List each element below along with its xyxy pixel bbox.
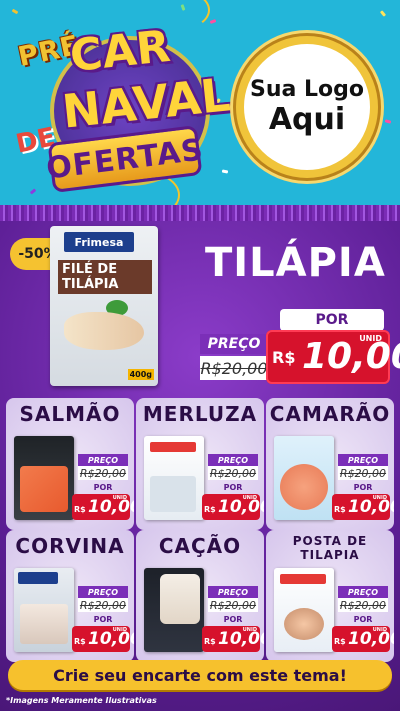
product-card-title: SALMÃO bbox=[19, 402, 121, 426]
confetti bbox=[221, 169, 229, 174]
old-price: R$20,00 bbox=[78, 598, 128, 612]
price-value: 10,00 bbox=[218, 497, 264, 517]
preco-label: PREÇO bbox=[338, 454, 388, 466]
hero-old-price: R$20,00 bbox=[200, 356, 268, 380]
product-card-cacao[interactable]: CAÇÃO PREÇO R$20,00 POR UNID R$ 10,00 bbox=[136, 530, 264, 662]
header-banner: PRÉ CAR NAVAL DE OFERTAS Sua Logo Aqui bbox=[0, 0, 400, 205]
product-image bbox=[14, 568, 74, 652]
fish-fillet bbox=[64, 312, 144, 350]
product-card-title: MERLUZA bbox=[142, 402, 258, 426]
product-image bbox=[14, 436, 74, 520]
price-currency: R$ bbox=[204, 637, 216, 646]
product-card-title: POSTA DE TILAPIA bbox=[292, 534, 368, 562]
product-card-title: CAMARÃO bbox=[269, 402, 391, 426]
create-flyer-button[interactable]: Crie seu encarte com este tema! bbox=[8, 660, 392, 690]
hero-preco-label: PREÇO bbox=[200, 334, 268, 354]
price-tag: UNID R$ 10,00 bbox=[202, 494, 264, 520]
campaign-ofertas: OFERTAS bbox=[44, 131, 206, 187]
price-currency: R$ bbox=[204, 505, 216, 514]
old-price: R$20,00 bbox=[338, 598, 388, 612]
hero-product-image: Frimesa FILÉ DE TILÁPIA 400g bbox=[50, 226, 158, 386]
logo-placeholder-line2: Aqui bbox=[268, 102, 346, 137]
hero-product-title: TILÁPIA bbox=[205, 240, 386, 286]
disclaimer-text: *Imagens Meramente Ilustrativas bbox=[6, 696, 157, 705]
old-price: R$20,00 bbox=[208, 466, 258, 480]
hero-price-tag: UNID R$ 10,00 bbox=[266, 330, 400, 384]
product-card-posta-tilapia[interactable]: POSTA DE TILAPIA PREÇO R$20,00 POR UNID … bbox=[266, 530, 394, 662]
product-card-salmao[interactable]: SALMÃO PREÇO R$20,00 POR UNID R$ 10,00 bbox=[6, 398, 134, 530]
preco-label: PREÇO bbox=[78, 586, 128, 598]
por-label: POR bbox=[93, 614, 113, 624]
preco-label: PREÇO bbox=[78, 454, 128, 466]
product-card-camarao[interactable]: CAMARÃO PREÇO R$20,00 POR UNID R$ 10,00 bbox=[266, 398, 394, 530]
confetti bbox=[379, 10, 387, 17]
price-tag: UNID R$ 10,00 bbox=[332, 626, 394, 652]
product-card-merluza[interactable]: MERLUZA PREÇO R$20,00 POR UNID R$ 10,00 bbox=[136, 398, 264, 530]
price-value: 10,00 bbox=[88, 629, 134, 649]
glitter-divider bbox=[0, 205, 400, 221]
por-label: POR bbox=[223, 614, 243, 624]
product-image bbox=[274, 568, 334, 652]
preco-label: PREÇO bbox=[338, 586, 388, 598]
por-label: POR bbox=[93, 482, 113, 492]
por-label: POR bbox=[353, 482, 373, 492]
por-label: POR bbox=[223, 482, 243, 492]
product-card-title: CORVINA bbox=[15, 534, 125, 558]
product-card-title: CAÇÃO bbox=[158, 534, 242, 558]
preco-label: PREÇO bbox=[208, 454, 258, 466]
price-value: 10,00 bbox=[88, 497, 134, 517]
campaign-logo: PRÉ CAR NAVAL DE OFERTAS bbox=[10, 16, 233, 196]
hero-por-label: POR bbox=[280, 309, 384, 331]
confetti bbox=[11, 8, 19, 15]
product-image bbox=[144, 436, 204, 520]
campaign-car: CAR bbox=[67, 20, 173, 83]
confetti bbox=[209, 19, 217, 24]
product-image bbox=[274, 436, 334, 520]
product-image bbox=[144, 568, 204, 652]
product-card-corvina[interactable]: CORVINA PREÇO R$20,00 POR UNID R$ 10,00 bbox=[6, 530, 134, 662]
preco-label: PREÇO bbox=[208, 586, 258, 598]
price-tag: UNID R$ 10,00 bbox=[202, 626, 264, 652]
price-tag: UNID R$ 10,00 bbox=[72, 494, 134, 520]
price-value: 10,00 bbox=[218, 629, 264, 649]
price-currency: R$ bbox=[74, 505, 86, 514]
price-tag: UNID R$ 10,00 bbox=[332, 494, 394, 520]
hero-product-weight: 400g bbox=[127, 369, 154, 380]
price-tag: UNID R$ 10,00 bbox=[72, 626, 134, 652]
price-value: 10,00 bbox=[348, 497, 394, 517]
old-price: R$20,00 bbox=[208, 598, 258, 612]
price-value: 10,00 bbox=[348, 629, 394, 649]
hero-product-name: FILÉ DE TILÁPIA bbox=[58, 260, 152, 294]
old-price: R$20,00 bbox=[338, 466, 388, 480]
price-currency: R$ bbox=[334, 637, 346, 646]
hero-price-currency: R$ bbox=[272, 348, 296, 367]
price-currency: R$ bbox=[74, 637, 86, 646]
hero-price-value: 10,00 bbox=[302, 336, 400, 377]
por-label: POR bbox=[353, 614, 373, 624]
logo-placeholder-line1: Sua Logo bbox=[249, 77, 364, 102]
price-currency: R$ bbox=[334, 505, 346, 514]
hero-product-brand: Frimesa bbox=[64, 232, 134, 252]
old-price: R$20,00 bbox=[78, 466, 128, 480]
logo-placeholder[interactable]: Sua Logo Aqui bbox=[236, 36, 378, 178]
confetti bbox=[384, 119, 392, 124]
